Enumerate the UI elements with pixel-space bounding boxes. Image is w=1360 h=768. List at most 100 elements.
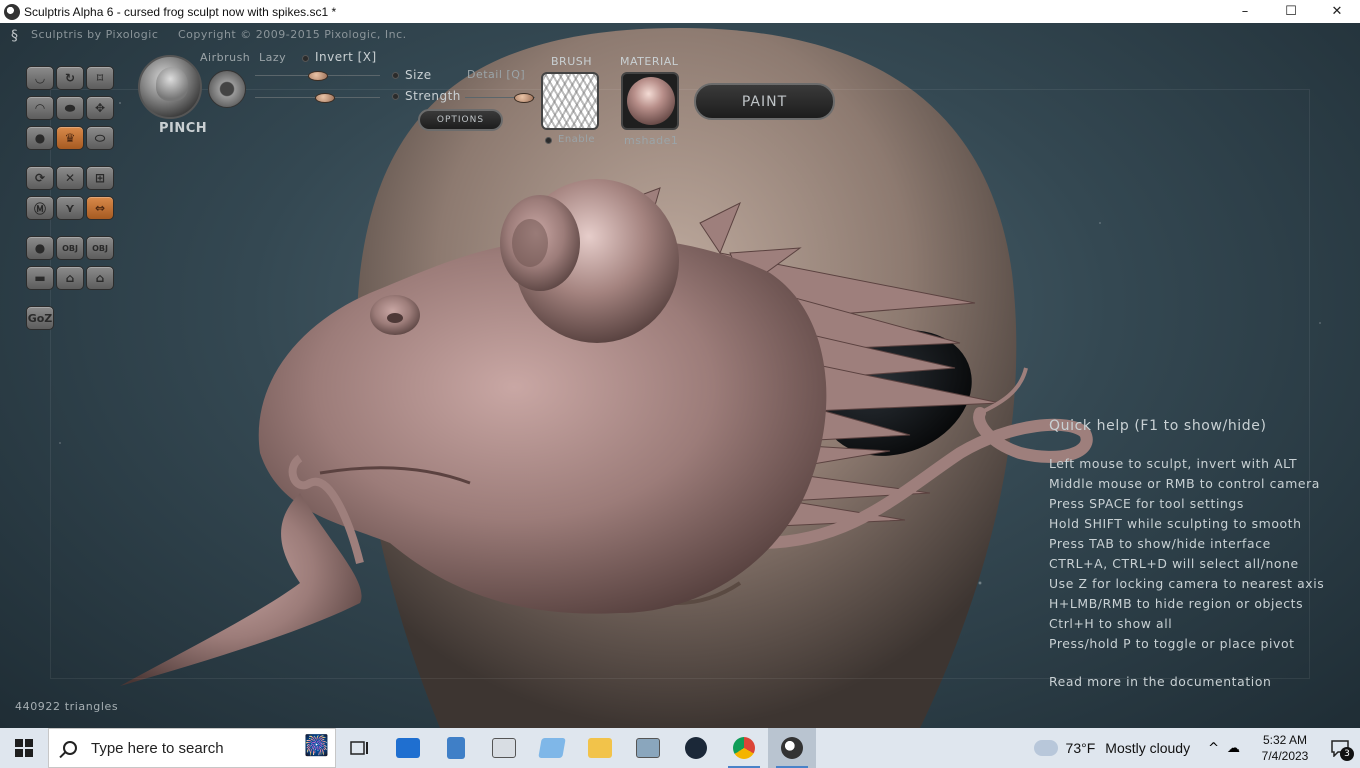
tool-smooth[interactable]: ⬭ xyxy=(86,126,114,150)
reduce-icon: ⋎ xyxy=(65,201,75,215)
tool-pinch[interactable]: ♛ xyxy=(56,126,84,150)
taskbar-chrome[interactable] xyxy=(720,728,768,768)
invert-label: Invert [X] xyxy=(315,50,377,64)
task-view-icon xyxy=(350,741,368,755)
notifications-button[interactable]: 3 xyxy=(1320,728,1360,768)
open-button[interactable]: ⌂ xyxy=(56,266,84,290)
tool-plane[interactable]: ▬ xyxy=(26,266,54,290)
taskbar-app-ebook[interactable] xyxy=(480,728,528,768)
mail-icon xyxy=(396,738,420,758)
save-button[interactable]: ⌂ xyxy=(86,266,114,290)
help-line: Ctrl+H to show all xyxy=(1049,616,1173,631)
title-bar: Sculptris Alpha 6 - cursed frog sculpt n… xyxy=(0,0,1360,23)
help-line: Hold SHIFT while sculpting to smooth xyxy=(1049,516,1302,531)
weather-desc: Mostly cloudy xyxy=(1105,740,1191,756)
enable-checkbox[interactable] xyxy=(545,137,552,144)
fireworks-icon: 🎆 xyxy=(304,733,329,757)
sculptris-logo-icon: § xyxy=(11,28,19,44)
calculator-icon xyxy=(447,737,465,759)
flatten-icon: ● xyxy=(34,131,46,145)
taskbar-app-blue[interactable] xyxy=(528,728,576,768)
task-view-button[interactable] xyxy=(336,728,384,768)
taskbar-calculator[interactable] xyxy=(432,728,480,768)
pinch-icon: ♛ xyxy=(64,131,76,145)
export-obj-button[interactable]: OBJ xyxy=(86,236,114,260)
clock[interactable]: 5:32 AM 7/4/2023 xyxy=(1250,732,1320,764)
help-line: Press/hold P to toggle or place pivot xyxy=(1049,636,1295,651)
strength-label: Strength xyxy=(405,89,461,103)
documentation-link[interactable]: Read more in the documentation xyxy=(1049,674,1324,689)
tool-scale[interactable]: ⌑ xyxy=(86,66,114,90)
maximize-button[interactable]: ☐ xyxy=(1268,0,1314,23)
airbrush-toggle[interactable] xyxy=(208,70,246,108)
goz-button[interactable]: GoZ xyxy=(26,306,54,330)
scale-icon: ⌑ xyxy=(96,71,104,85)
brush-header: BRUSH xyxy=(551,55,592,68)
taskbar-steam[interactable] xyxy=(672,728,720,768)
pinch-brush-icon xyxy=(156,67,188,101)
material-sphere-icon xyxy=(627,77,675,125)
notification-count: 3 xyxy=(1340,747,1354,761)
weather-widget[interactable]: 73°F Mostly cloudy xyxy=(1031,734,1191,756)
brush-texture-thumbnail[interactable] xyxy=(541,72,599,130)
taskbar-sculptris[interactable] xyxy=(768,728,816,768)
start-button[interactable] xyxy=(0,728,48,768)
folder-icon xyxy=(588,738,612,758)
taskbar-photos[interactable] xyxy=(624,728,672,768)
tool-symmetry[interactable]: ⟳ xyxy=(26,166,54,190)
sculpt-viewport[interactable]: § Sculptris by Pixologic Copyright © 200… xyxy=(0,23,1360,728)
tool-flatten[interactable]: ● xyxy=(26,126,54,150)
move-icon: ✥ xyxy=(94,101,106,115)
quick-help: Quick help (F1 to show/hide) Left mouse … xyxy=(1049,418,1324,689)
inflate-icon: ⬬ xyxy=(64,100,76,115)
chevron-up-icon[interactable]: ^ xyxy=(1208,741,1219,756)
grid-icon: ⊞ xyxy=(94,171,106,185)
tool-mirror[interactable]: Ⓜ xyxy=(26,196,54,220)
sphere-icon: ● xyxy=(34,241,46,255)
tool-inflate[interactable]: ⬬ xyxy=(56,96,84,120)
close-button[interactable]: ✕ xyxy=(1314,0,1360,23)
weather-temp: 73°F xyxy=(1065,740,1096,756)
invert-checkbox[interactable] xyxy=(302,55,309,62)
mirror-icon: Ⓜ xyxy=(33,201,46,216)
sculptris-app-icon xyxy=(4,3,20,20)
clock-date: 7/4/2023 xyxy=(1261,749,1309,763)
book-icon xyxy=(492,738,516,758)
tool-wireframe[interactable]: ✕ xyxy=(56,166,84,190)
import-obj-button[interactable]: OBJ xyxy=(56,236,84,260)
tool-symmetry-toggle[interactable]: ⇔ xyxy=(86,196,114,220)
brush-name: PINCH xyxy=(159,121,208,136)
rotate-icon: ↻ xyxy=(64,71,76,85)
paint-button[interactable]: PAINT xyxy=(694,83,835,120)
window-title: Sculptris Alpha 6 - cursed frog sculpt n… xyxy=(24,4,337,19)
tool-sphere[interactable]: ● xyxy=(26,236,54,260)
tool-rotate[interactable]: ↻ xyxy=(56,66,84,90)
help-line: Press SPACE for tool settings xyxy=(1049,496,1244,511)
photos-icon xyxy=(636,738,660,758)
lazy-label: Lazy xyxy=(259,51,287,64)
tool-reduce[interactable]: ⋎ xyxy=(56,196,84,220)
material-thumbnail[interactable] xyxy=(621,72,679,130)
detail-slider-knob[interactable] xyxy=(514,93,534,103)
search-box[interactable]: Type here to search 🎆 xyxy=(48,728,336,768)
strength-slider-knob[interactable] xyxy=(315,93,335,103)
triangle-count: 440922 triangles xyxy=(15,700,119,713)
system-tray: 73°F Mostly cloudy ^ ☁ 5:32 AM 7/4/2023 … xyxy=(1031,728,1360,768)
network-icon[interactable]: ☁ xyxy=(1227,741,1240,756)
brush-preview[interactable] xyxy=(138,55,202,119)
plane-icon: ▬ xyxy=(34,271,46,285)
tool-grid[interactable]: ⊞ xyxy=(86,166,114,190)
taskbar-file-explorer[interactable] xyxy=(576,728,624,768)
tool-draw[interactable]: ◠ xyxy=(26,96,54,120)
detail-label: Detail [Q] xyxy=(467,68,526,81)
size-checkbox[interactable] xyxy=(392,72,399,79)
size-slider-knob[interactable] xyxy=(308,71,328,81)
tool-grab[interactable]: ✥ xyxy=(86,96,114,120)
tool-crease[interactable]: ◡ xyxy=(26,66,54,90)
chrome-icon xyxy=(733,737,755,759)
options-button[interactable]: OPTIONS xyxy=(418,109,503,131)
taskbar-mail[interactable] xyxy=(384,728,432,768)
strength-checkbox[interactable] xyxy=(392,93,399,100)
copyright: Copyright © 2009-2015 Pixologic, Inc. xyxy=(178,28,407,41)
minimize-button[interactable]: – xyxy=(1222,0,1268,23)
